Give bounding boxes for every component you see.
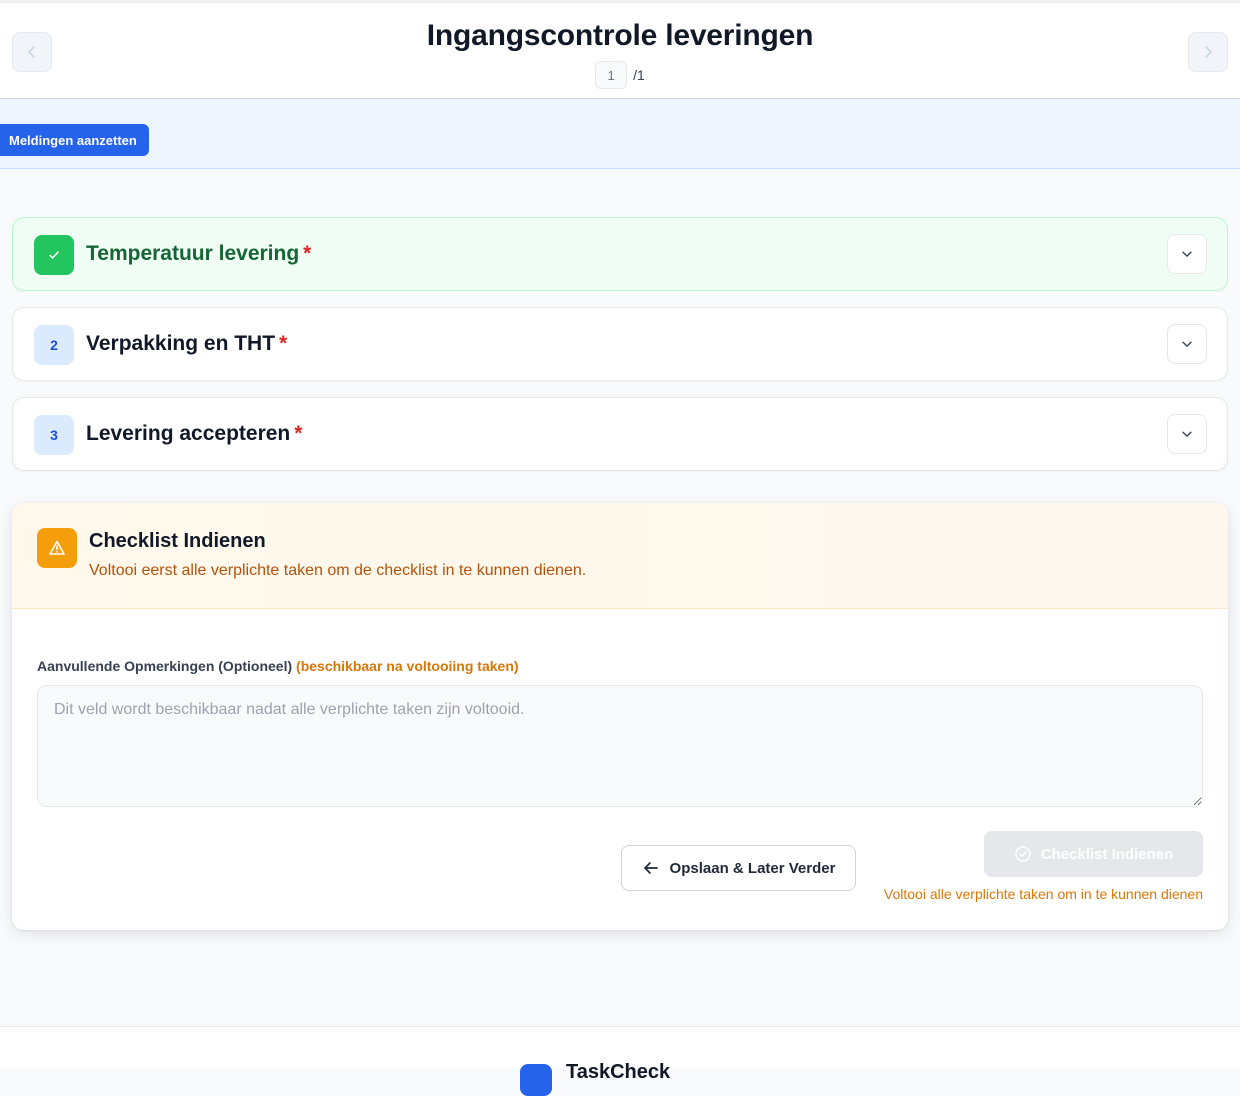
page-footer: TaskCheck	[0, 1026, 1240, 1096]
task-title: Temperatuur levering *	[86, 242, 312, 265]
enable-notifications-button[interactable]: Meldingen aanzetten	[0, 124, 149, 156]
page-indicator: 1 /1	[0, 61, 1240, 89]
brand-logo-icon	[520, 1064, 552, 1096]
warning-icon	[37, 528, 77, 568]
page-title: Ingangscontrole leveringen	[426, 19, 814, 52]
save-button-label: Opslaan & Later Verder	[669, 859, 836, 877]
required-marker: *	[279, 332, 288, 355]
remarks-textarea[interactable]	[37, 685, 1203, 807]
current-page-input[interactable]: 1	[595, 61, 628, 89]
submit-warning-text: Voltooi eerst alle verplichte taken om d…	[89, 562, 587, 579]
task-number-badge: 2	[34, 325, 74, 365]
chevron-down-icon	[1182, 341, 1192, 347]
task-verpakking-en-tht[interactable]: 2 Verpakking en THT *	[12, 307, 1228, 381]
submit-warning-header: Checklist Indienen Voltooi eerst alle ve…	[12, 503, 1228, 609]
completed-check-icon	[34, 235, 74, 275]
required-marker: *	[294, 422, 303, 445]
submit-checklist-card: Checklist Indienen Voltooi eerst alle ve…	[12, 503, 1228, 930]
submit-checklist-button[interactable]: Checklist Indienen	[984, 831, 1203, 877]
chevron-down-icon	[1182, 251, 1192, 257]
notification-banner: Meldingen aanzetten	[0, 99, 1240, 169]
chevron-right-icon	[1205, 46, 1212, 58]
chevron-down-icon	[1182, 431, 1192, 437]
required-marker: *	[303, 242, 312, 265]
task-number-badge: 3	[34, 415, 74, 455]
submit-section-title: Checklist Indienen	[89, 530, 266, 552]
arrow-left-icon	[643, 862, 658, 874]
expand-task-button[interactable]	[1167, 234, 1207, 274]
task-title: Verpakking en THT *	[86, 332, 288, 355]
check-circle-icon	[1014, 846, 1031, 862]
remarks-availability-hint: (beschikbaar na voltooiing taken)	[296, 658, 519, 674]
save-and-continue-later-button[interactable]: Opslaan & Later Verder	[621, 845, 856, 891]
task-temperatuur-levering[interactable]: Temperatuur levering *	[12, 217, 1228, 291]
footer-brand-name: TaskCheck	[566, 1061, 671, 1083]
task-title: Levering accepteren *	[86, 422, 303, 445]
submit-button-label: Checklist Indienen	[1040, 845, 1174, 863]
expand-task-button[interactable]	[1167, 324, 1207, 364]
total-pages: /1	[633, 67, 645, 83]
task-levering-accepteren[interactable]: 3 Levering accepteren *	[12, 397, 1228, 471]
page-header: Ingangscontrole leveringen 1 /1	[0, 0, 1240, 99]
expand-task-button[interactable]	[1167, 414, 1207, 454]
remarks-label: Aanvullende Opmerkingen (Optioneel) (bes…	[37, 658, 519, 674]
next-page-button[interactable]	[1188, 32, 1228, 72]
submit-disabled-hint: Voltooi alle verplichte taken om in te k…	[883, 886, 1203, 902]
